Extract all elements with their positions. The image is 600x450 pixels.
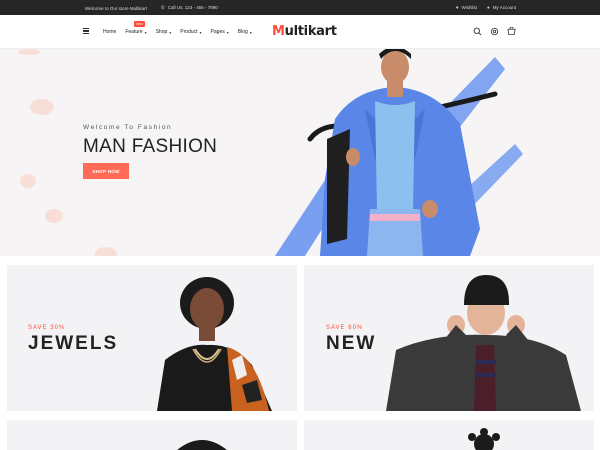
top-bar: Welcome to Our store Multikart ✆ Call Us:… bbox=[0, 0, 600, 15]
main-header: Home new Feature ▾ Shop ▾ Product ▾ Pages ▾ B… bbox=[0, 15, 600, 49]
banner-model-image bbox=[157, 277, 272, 411]
hero-welcome: Welcome To Fashion bbox=[83, 124, 173, 131]
account-label: My Account bbox=[492, 5, 516, 10]
nav-item-product[interactable]: Product ▾ bbox=[180, 29, 201, 35]
nav-label: Product bbox=[180, 29, 198, 35]
site-logo[interactable]: Multikart bbox=[272, 24, 337, 39]
nav-label: Home bbox=[103, 29, 117, 35]
chevron-down-icon: ▾ bbox=[169, 29, 172, 35]
settings-icon[interactable] bbox=[490, 27, 499, 36]
heart-icon: ♥ bbox=[455, 5, 459, 10]
my-account-link[interactable]: ● My Account bbox=[487, 5, 516, 10]
logo-letter: M bbox=[272, 24, 285, 39]
nav-item-home[interactable]: Home bbox=[103, 29, 116, 35]
chevron-down-icon: ▾ bbox=[226, 29, 229, 35]
nav-item-blog[interactable]: Blog ▾ bbox=[238, 29, 252, 35]
welcome-text: Welcome to Our store Multikart bbox=[85, 5, 147, 11]
decor-blob bbox=[30, 99, 54, 115]
nav-label: Pages bbox=[210, 29, 225, 35]
chevron-down-icon: ▾ bbox=[249, 29, 252, 35]
chevron-down-icon: ▾ bbox=[144, 29, 147, 35]
decor-blob bbox=[95, 247, 117, 256]
chevron-down-icon: ▾ bbox=[199, 29, 202, 35]
nav-label: Blog bbox=[237, 29, 248, 35]
call-text: Call Us: 123 - 456 - 7890 bbox=[167, 5, 218, 10]
nav-item-shop[interactable]: Shop ▾ bbox=[156, 29, 172, 35]
cart-icon[interactable] bbox=[507, 27, 516, 36]
hero-title: MAN FASHION bbox=[83, 136, 218, 157]
nav-item-feature[interactable]: new Feature ▾ bbox=[125, 21, 147, 35]
nav-label: Shop bbox=[155, 29, 168, 35]
promo-banner-4[interactable] bbox=[304, 420, 594, 450]
main-nav: Home new Feature ▾ Shop ▾ Product ▾ Pages ▾ B… bbox=[103, 21, 252, 35]
hero-model-image bbox=[275, 49, 523, 256]
hero-banner: Welcome To Fashion MAN FASHION SHOP NOW bbox=[0, 49, 600, 256]
decor-blob bbox=[20, 174, 36, 188]
promo-banner-3[interactable] bbox=[7, 420, 297, 450]
search-icon[interactable] bbox=[473, 27, 482, 36]
logo-text: ultikart bbox=[284, 24, 337, 39]
header-icons bbox=[473, 27, 516, 36]
banner-model-image bbox=[386, 275, 581, 411]
banner-title: NEW bbox=[326, 333, 377, 354]
call-info: ✆ Call Us: 123 - 456 - 7890 bbox=[161, 5, 218, 11]
promo-banner-jewels[interactable]: SAVE 30% JEWELS bbox=[7, 265, 297, 411]
nav-item-pages[interactable]: Pages ▾ bbox=[211, 29, 229, 35]
wishlist-label: Wishlist bbox=[461, 5, 478, 10]
banner-model-image bbox=[177, 440, 227, 450]
menu-icon[interactable] bbox=[83, 28, 89, 35]
decor-blob bbox=[18, 49, 40, 55]
user-icon: ● bbox=[487, 5, 490, 10]
nav-label: Feature bbox=[125, 29, 143, 35]
promo-banner-new[interactable]: SAVE 60% NEW bbox=[304, 265, 594, 411]
new-badge: new bbox=[134, 21, 145, 27]
decor-blob bbox=[45, 209, 63, 223]
shop-now-button[interactable]: SHOP NOW bbox=[83, 163, 129, 179]
banner-save-text: SAVE 60% bbox=[326, 325, 364, 331]
banner-title: JEWELS bbox=[28, 333, 119, 354]
banner-model-image bbox=[468, 428, 500, 450]
phone-icon: ✆ bbox=[160, 5, 165, 10]
banner-save-text: SAVE 30% bbox=[28, 325, 66, 331]
wishlist-link[interactable]: ♥ Wishlist bbox=[456, 5, 477, 10]
